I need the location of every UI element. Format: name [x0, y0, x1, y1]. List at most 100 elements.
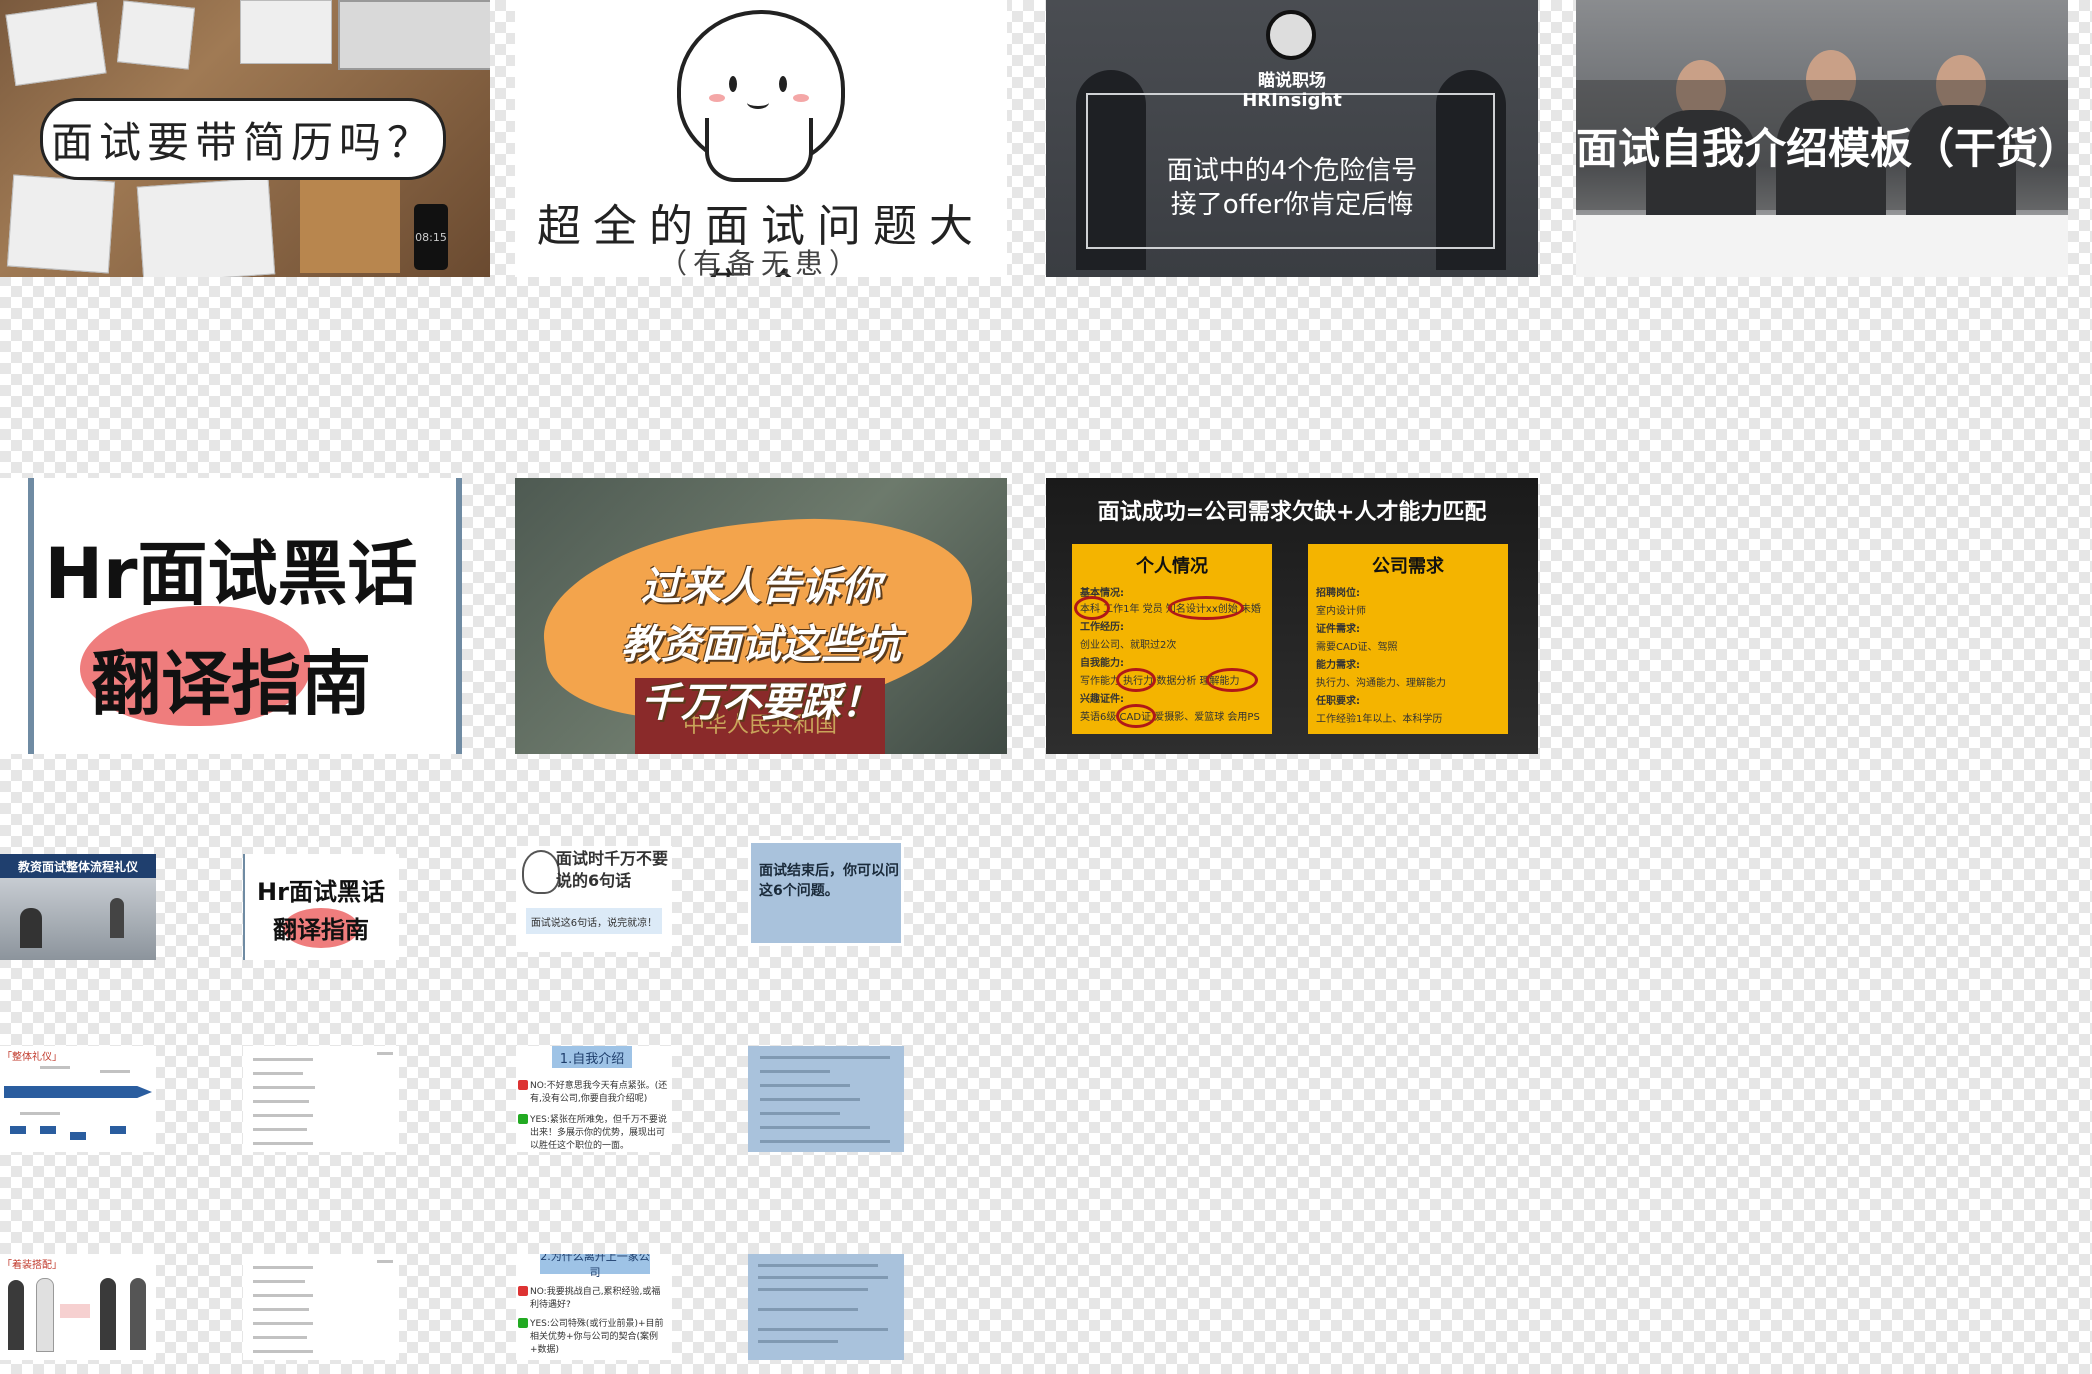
- text-line: [253, 1072, 303, 1075]
- thumbnail-interview-questions[interactable]: 超全的面试问题大集合 （有备无患）: [515, 0, 1007, 277]
- card-line: 英语6级 CAD证 爱摄影、爱篮球 会用PS: [1080, 712, 1260, 723]
- info-box: [60, 1304, 90, 1318]
- highlight-circle: [1206, 668, 1258, 692]
- slide-text: YES:紧张在所难免，但千万不要说出来！多展示你的优势，展现出可以胜任这个职位的…: [530, 1115, 667, 1151]
- text-line: [100, 1070, 130, 1073]
- slide-text-blue-2[interactable]: [748, 1254, 904, 1360]
- slide-header: 「整体礼仪」: [2, 1052, 62, 1063]
- card-line: 证件需求:: [1316, 624, 1360, 635]
- card-line: 任职要求:: [1316, 696, 1360, 707]
- eye-icon: [779, 76, 787, 92]
- card-line: 需要CAD证、驾照: [1316, 642, 1398, 653]
- yes-icon: [518, 1114, 528, 1124]
- slide-text: YES:公司特殊(或行业前景)+目前相关优势+你与公司的契合(案例+数据): [530, 1319, 664, 1355]
- laptop-icon: [338, 0, 490, 70]
- slide-dress-code[interactable]: 「着装搭配」: [0, 1254, 156, 1360]
- speech-bubble: 面试要带简历吗？: [40, 98, 446, 180]
- paper-graphic: [5, 1, 107, 87]
- text-line: [40, 1066, 70, 1069]
- text-line: [758, 1264, 878, 1267]
- card-title: 个人情况: [1136, 556, 1208, 577]
- thumbnail-title: 面试自我介绍模板（干货）: [1576, 124, 2068, 173]
- blush-icon: [709, 94, 725, 102]
- text-line: [758, 1328, 888, 1331]
- thumbnail-line: 千万不要踩！: [641, 680, 881, 726]
- thumbnail-subtitle: （有备无患）: [658, 247, 863, 277]
- slide-why-leave[interactable]: 2.为什么离开上一家公司 NO:我要挑战自己,累积经验,或福利待遇好? YES:…: [516, 1254, 672, 1360]
- slide-overall-etiquette[interactable]: 「整体礼仪」: [0, 1046, 156, 1152]
- info-card-company: 公司需求 招聘岗位: 室内设计师 证件需求: 需要CAD证、驾照 能力需求: 执…: [1308, 544, 1508, 734]
- highlight-circle: [1116, 704, 1156, 728]
- smile-icon: [747, 96, 769, 109]
- thumbnail-hr-jargon[interactable]: Hr面试黑话 翻译指南: [0, 478, 462, 754]
- highlight-circle: [1116, 668, 1156, 692]
- text-line: [758, 1308, 858, 1311]
- paper-graphic: [116, 0, 196, 70]
- thumbnail-resume-question[interactable]: 面试要带简历吗？ 08:15: [0, 0, 490, 277]
- thumbnail-line: 教资面试这些坑: [621, 622, 901, 668]
- slide-text: NO:不好意思我今天有点紧张。(还有,没有公司,你要自我介绍呢): [530, 1081, 668, 1104]
- person-silhouette: [110, 898, 124, 938]
- text-line: [253, 1058, 313, 1061]
- slide-text: NO:我要挑战自己,累积经验,或福利待遇好?: [530, 1287, 661, 1310]
- text-line: [253, 1114, 313, 1117]
- card-line: 工作经历:: [1080, 622, 1124, 633]
- paper-graphic: [240, 0, 332, 64]
- card-line: 室内设计师: [1316, 606, 1366, 617]
- slide-header: 1.自我介绍: [552, 1046, 632, 1068]
- flow-box: [110, 1126, 126, 1134]
- text-line: [377, 1052, 393, 1055]
- slide-header: 2.为什么离开上一家公司: [540, 1254, 650, 1279]
- info-card-personal: 个人情况 基本情况: 本科 工作1年 党员 知名设计xx创始 未婚 工作经历: …: [1072, 544, 1272, 734]
- thumbnail-self-intro-template[interactable]: 面试自我介绍模板（干货）: [1576, 0, 2068, 277]
- no-icon: [518, 1080, 528, 1090]
- cartoon-body: [705, 118, 813, 182]
- flow-box: [10, 1126, 26, 1134]
- text-line: [253, 1086, 315, 1089]
- text-line: [20, 1112, 60, 1115]
- thumbnail-title: Hr面试黑话: [44, 533, 418, 615]
- person-figure: [130, 1278, 146, 1350]
- text-line: [760, 1112, 840, 1115]
- text-line: [758, 1276, 888, 1279]
- card-line: 招聘岗位:: [1316, 588, 1360, 599]
- card-line: 自我能力:: [1080, 658, 1124, 669]
- text-line: [760, 1140, 890, 1143]
- text-line: [758, 1340, 838, 1343]
- text-line: [377, 1260, 393, 1263]
- phone-icon: 08:15: [414, 204, 448, 270]
- thumbnail-line: 过来人告诉你: [641, 564, 881, 610]
- yes-icon: [518, 1318, 528, 1328]
- brand-english: HRInsight: [1242, 90, 1342, 111]
- thumbnail-etiquette-flow[interactable]: 教资面试整体流程礼仪: [0, 854, 156, 960]
- thumbnail-subtitle: 翻译指南: [91, 643, 371, 725]
- thumbnail-title: 面试时千万不要说的6句话: [556, 849, 669, 890]
- thumbnail-title: Hr面试黑话: [257, 878, 385, 906]
- thumbnail-hr-jargon-small[interactable]: Hr面试黑话 翻译指南: [243, 854, 399, 960]
- thumbnail-danger-signals[interactable]: 瞄说职场 HRInsight 面试中的4个危险信号 接了offer你肯定后悔: [1046, 0, 1538, 277]
- no-icon: [518, 1286, 528, 1296]
- flow-box: [70, 1132, 86, 1140]
- text-line: [760, 1126, 870, 1129]
- thumbnail-six-phrases[interactable]: 面试时千万不要说的6句话 面试说这6句话，说完就凉！: [516, 846, 672, 952]
- person-silhouette: [20, 908, 42, 948]
- card-title: 公司需求: [1372, 556, 1444, 577]
- text-line: [253, 1100, 309, 1103]
- thumbnail-teacher-interview-pitfalls[interactable]: 中华人民共和国 过来人告诉你 教资面试这些坑 千万不要踩！: [515, 478, 1007, 754]
- card-line: 执行力、沟通能力、理解能力: [1316, 678, 1446, 689]
- text-line: [253, 1350, 313, 1353]
- slide-jargon-text[interactable]: [243, 1046, 399, 1152]
- slide-text-blue[interactable]: [748, 1046, 904, 1152]
- card-line: 兴趣证件:: [1080, 694, 1124, 705]
- slide-header: 教资面试整体流程礼仪: [0, 854, 156, 878]
- thumbnail-six-questions[interactable]: 面试结束后，你可以问这6个问题。: [748, 840, 904, 946]
- slide-self-intro[interactable]: 1.自我介绍 NO:不好意思我今天有点紧张。(还有,没有公司,你要自我介绍呢) …: [516, 1046, 672, 1152]
- person-figure: [8, 1280, 24, 1350]
- slide-jargon-text-2[interactable]: [243, 1254, 399, 1360]
- thumbnail-interview-success-formula[interactable]: 面试成功=公司需求欠缺+人才能力匹配 个人情况 基本情况: 本科 工作1年 党员…: [1046, 478, 1538, 754]
- classroom-photo: [0, 878, 156, 960]
- notebook-graphic: [300, 178, 400, 273]
- card-line: 能力需求:: [1316, 660, 1360, 671]
- text-line: [253, 1142, 313, 1145]
- text-line: [760, 1084, 850, 1087]
